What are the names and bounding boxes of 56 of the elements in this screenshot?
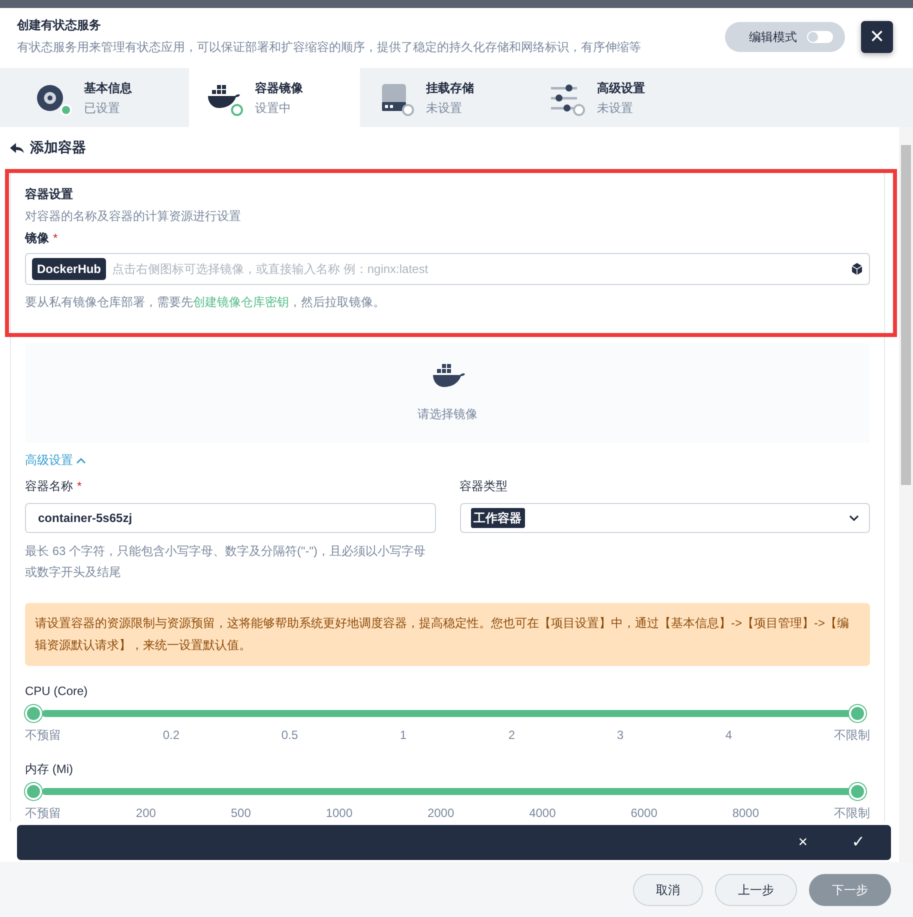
tick-label: 0.2 [162, 727, 180, 744]
dialog-description: 有状态服务用来管理有状态应用，可以保证部署和扩容缩容的顺序，提供了稳定的持久化存储和网络标识，有序伸缩等 [17, 39, 642, 56]
step-tab[interactable]: 基本信息 已设置 [18, 68, 189, 127]
step-tab[interactable]: 高级设置 未设置 [531, 68, 702, 127]
image-field[interactable]: DockerHub 点击右侧图标可选择镜像，或直接输入名称 例：nginx:latest [25, 253, 870, 285]
slider-handle[interactable] [849, 705, 866, 722]
scrollbar-thumb[interactable] [901, 145, 911, 485]
tick-label: 不预留 [25, 727, 61, 744]
step-tab[interactable]: 容器镜像 设置中 [189, 68, 360, 127]
slider-label: 内存 (Mi) [25, 761, 74, 778]
footer-button[interactable]: 上一步 [715, 874, 797, 906]
slider-handle[interactable] [25, 783, 42, 800]
step-tab[interactable]: 挂载存储 未设置 [360, 68, 531, 127]
close-button[interactable]: × [861, 21, 893, 53]
tick-label: 3 [616, 727, 624, 744]
tick-label: 2 [508, 727, 516, 744]
tick-label: 4 [725, 727, 732, 744]
tick-label: 4000 [529, 805, 556, 822]
chevron-up-icon [76, 456, 86, 465]
slider-label: CPU (Core) [25, 683, 89, 700]
image-select-panel[interactable]: 请选择镜像 [25, 343, 870, 443]
name-field[interactable]: container-5s65zj [25, 503, 436, 533]
tick-label: 1000 [326, 805, 353, 822]
tick-label: 200 [136, 805, 156, 822]
tick-label: 0.5 [281, 727, 298, 744]
cube-icon[interactable] [851, 263, 863, 275]
tick-label: 500 [230, 805, 251, 822]
chevron-down-icon [849, 514, 859, 522]
required-mark: * [53, 231, 58, 245]
tick-label: 不限制 [834, 805, 870, 822]
tick-label: 不限制 [834, 727, 870, 744]
section-heading: 添加容器 [30, 138, 86, 157]
section-description: 对容器的名称及容器的计算资源进行设置 [25, 208, 242, 225]
hint-text: 要从私有镜像仓库部署，需要先创建镜像仓库密钥，然后拉取镜像。 [25, 294, 386, 311]
cancel-button[interactable]: × [798, 830, 808, 854]
confirm-button[interactable]: ✓ [852, 830, 865, 854]
edit-mode-toggle[interactable]: 编辑模式 [725, 22, 845, 52]
help-text: 最长 63 个字符，只能包含小写字母、数字及分隔符("-")，且必须以小写字母或数字开头及结尾 [25, 543, 427, 581]
field-label: 容器类型 [460, 478, 508, 495]
field-label: 容器名称 [25, 479, 73, 493]
registry-tag: DockerHub [32, 258, 106, 280]
tick-label: 1 [400, 727, 407, 744]
tick-label: 6000 [630, 805, 658, 822]
tick-label: 2000 [427, 805, 454, 822]
tick-label: 不预留 [25, 805, 61, 822]
notice-banner: 请设置容器的资源限制与资源预留，这将能够帮助系统更好地调度容器，提高稳定性。您也可在【项目设置】中，通过【基本信息】->【项目管理】->【编辑资源默认请求】，来统一设置默认值。 [25, 603, 870, 666]
footer-button[interactable]: 取消 [633, 874, 703, 906]
field-label: 镜像 [25, 231, 49, 245]
scrollbar[interactable] [899, 127, 913, 862]
slider-handle[interactable] [849, 783, 866, 800]
tick-label: 8000 [732, 805, 760, 822]
type-select[interactable]: 工作容器 [460, 503, 870, 533]
required-mark: * [77, 479, 82, 493]
section-title: 容器设置 [25, 186, 74, 203]
slider-handle[interactable] [25, 705, 42, 722]
dialog-title: 创建有状态服务 [17, 17, 102, 34]
